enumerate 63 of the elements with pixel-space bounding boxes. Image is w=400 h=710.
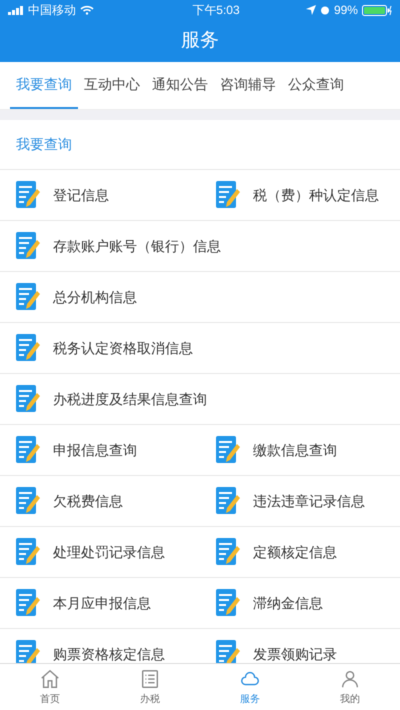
document-pencil-icon: [215, 435, 241, 465]
nav-tab[interactable]: 办税: [100, 664, 200, 710]
battery-icon: [362, 4, 392, 16]
wifi-icon: [80, 5, 94, 15]
query-item[interactable]: 滞纳金信息: [200, 578, 400, 628]
tab[interactable]: 公众查询: [282, 62, 350, 109]
nav-tab[interactable]: 服务: [200, 664, 300, 710]
document-pencil-icon: [215, 588, 241, 618]
query-label: 存款账户账号（银行）信息: [53, 236, 221, 256]
tab[interactable]: 咨询辅导: [214, 62, 282, 109]
nav-tab[interactable]: 我的: [300, 664, 400, 710]
query-label: 办税进度及结果信息查询: [53, 390, 207, 408]
query-label: 申报信息查询: [53, 440, 137, 460]
query-item[interactable]: 存款账户账号（银行）信息: [0, 221, 400, 271]
tab[interactable]: 通知公告: [146, 62, 214, 109]
document-pencil-icon: [15, 588, 41, 618]
query-item[interactable]: 本月应申报信息: [0, 578, 200, 628]
section-title: 我要查询: [16, 135, 72, 154]
page-title: 服务: [181, 28, 219, 53]
query-label: 定额核定信息: [253, 542, 337, 562]
query-item[interactable]: 欠税费信息: [0, 476, 200, 526]
query-item[interactable]: 违法违章记录信息: [200, 476, 400, 526]
document-pencil-icon: [215, 486, 241, 516]
document-pencil-icon: [215, 537, 241, 567]
document-pencil-icon: [15, 282, 41, 312]
carrier-name: 中国移动: [28, 2, 76, 19]
signal-icon: [8, 6, 24, 14]
query-label: 购票资格核定信息: [53, 644, 165, 663]
query-item[interactable]: 申报信息查询: [0, 425, 200, 475]
query-label: 处理处罚记录信息: [53, 542, 165, 562]
query-label: 欠税费信息: [53, 492, 123, 510]
query-label: 总分机构信息: [53, 288, 137, 306]
location-arrow-icon: [306, 5, 316, 15]
document-pencil-icon: [15, 384, 41, 414]
home-icon: [39, 668, 61, 690]
query-label: 缴款信息查询: [253, 440, 337, 460]
query-item[interactable]: 税（费）种认定信息: [200, 170, 400, 220]
query-label: 税务认定资格取消信息: [53, 338, 193, 358]
document-pencil-icon: [15, 231, 41, 261]
status-time: 下午5:03: [191, 2, 240, 19]
query-item[interactable]: 登记信息: [0, 170, 200, 220]
query-item[interactable]: 总分机构信息: [0, 272, 400, 322]
query-item[interactable]: 办税进度及结果信息查询: [0, 374, 400, 424]
query-label: 登记信息: [53, 186, 109, 204]
query-label: 本月应申报信息: [53, 594, 151, 612]
query-label: 违法违章记录信息: [253, 492, 365, 510]
query-item[interactable]: 税务认定资格取消信息: [0, 323, 400, 373]
query-item[interactable]: 处理处罚记录信息: [0, 527, 200, 577]
nav-tab[interactable]: 首页: [0, 664, 100, 710]
battery-percent: 99%: [334, 2, 358, 19]
document-pencil-icon: [15, 180, 41, 210]
query-item[interactable]: 缴款信息查询: [200, 425, 400, 475]
document-pencil-icon: [215, 180, 241, 210]
document-pencil-icon: [15, 486, 41, 516]
document-pencil-icon: [15, 333, 41, 363]
list-icon: [139, 668, 161, 690]
document-pencil-icon: [15, 537, 41, 567]
document-pencil-icon: [15, 435, 41, 465]
query-item[interactable]: 定额核定信息: [200, 527, 400, 577]
query-label: 税（费）种认定信息: [253, 186, 379, 204]
tab[interactable]: 互动中心: [78, 62, 146, 109]
query-label: 发票领购记录: [253, 644, 337, 663]
query-label: 滞纳金信息: [253, 594, 323, 612]
